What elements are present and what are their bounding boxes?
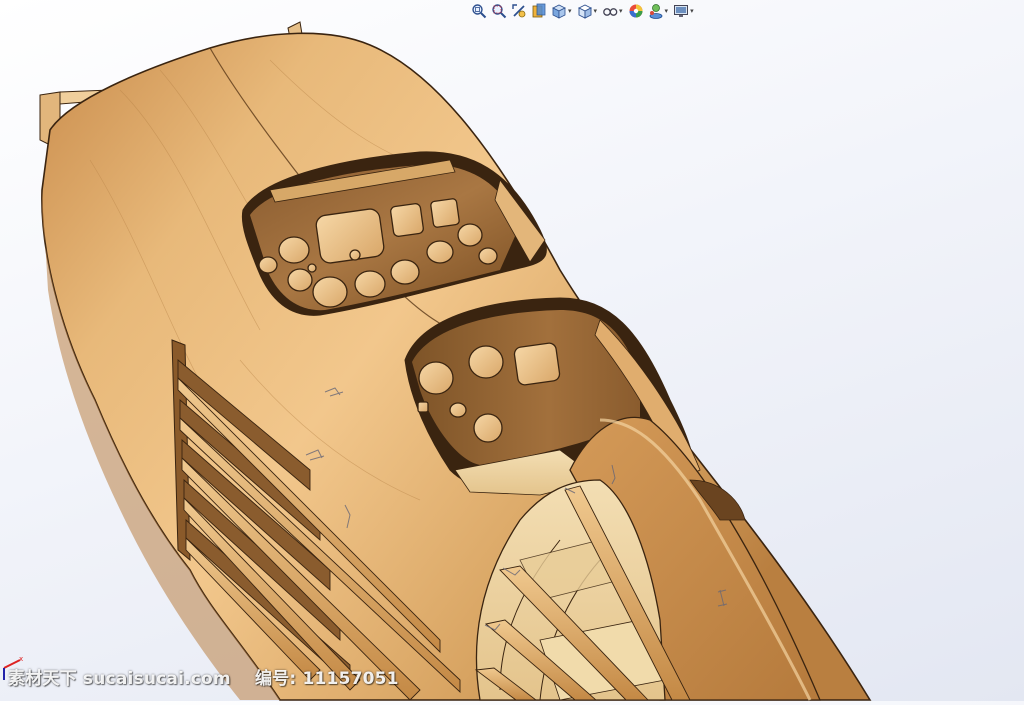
hide-show-dropdown-icon[interactable]: ▾ — [619, 7, 623, 15]
zoom-to-fit-icon[interactable] — [470, 2, 488, 20]
hide-show-items-icon[interactable] — [601, 2, 619, 20]
previous-view-icon[interactable] — [510, 2, 528, 20]
section-view-icon[interactable] — [530, 2, 548, 20]
watermark-code: 编号: 11157051 — [254, 669, 399, 689]
zoom-to-area-icon[interactable] — [490, 2, 508, 20]
edit-appearance-icon[interactable] — [627, 2, 645, 20]
view-orientation-icon[interactable] — [550, 2, 568, 20]
view-orientation-dropdown-icon[interactable]: ▾ — [568, 7, 572, 15]
watermark: 素材天下 sucaisucai.com 编号: 11157051 — [8, 664, 399, 689]
watermark-site: 素材天下 sucaisucai.com — [8, 669, 231, 689]
fuselage-model[interactable] — [0, 0, 1024, 701]
apply-scene-dropdown-icon[interactable]: ▾ — [665, 7, 669, 15]
apply-scene-icon[interactable] — [647, 2, 665, 20]
heads-up-view-toolbar: ▾ ▾ ▾ ▾ ▾ — [470, 0, 696, 22]
display-style-icon[interactable] — [576, 2, 594, 20]
view-settings-dropdown-icon[interactable]: ▾ — [690, 7, 694, 15]
svg-text:x: x — [19, 655, 23, 663]
view-settings-icon[interactable] — [672, 2, 690, 20]
model-viewport[interactable] — [0, 0, 1024, 701]
display-style-dropdown-icon[interactable]: ▾ — [594, 7, 598, 15]
